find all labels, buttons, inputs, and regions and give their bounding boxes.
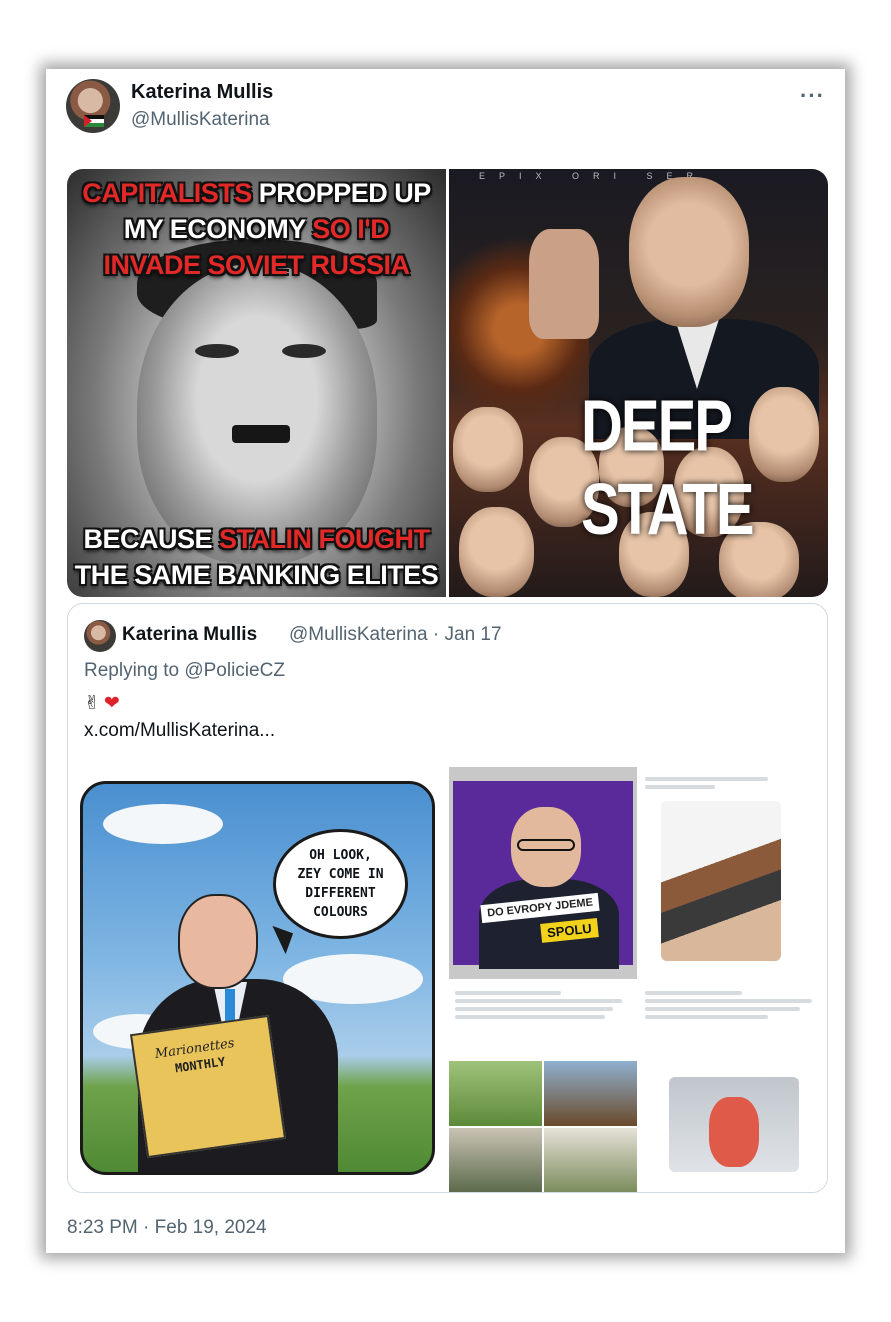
portrait-eye bbox=[195, 344, 239, 358]
victory-hand-icon: ✌ bbox=[84, 692, 100, 714]
facebook-post-screenshot bbox=[639, 767, 827, 979]
image-top-text: EPIX ORI SER bbox=[479, 171, 708, 181]
facebook-post-screenshot bbox=[449, 981, 637, 1192]
heart-icon: ❤ bbox=[103, 692, 120, 714]
more-options-icon[interactable]: ··· bbox=[800, 83, 825, 109]
cartoon-frame: OH LOOK, ZEY COME IN DIFFERENT COLOURS M… bbox=[80, 781, 435, 1175]
tweet-media[interactable]: CAPITALISTS PROPPED UP MY ECONOMY SO I'D… bbox=[67, 169, 828, 597]
replying-to: Replying to @PolicieCZ bbox=[84, 660, 285, 681]
campaign-poster: DO EVROPY JDEME SPOLU bbox=[449, 767, 637, 979]
meme-top-text: CAPITALISTS PROPPED UP MY ECONOMY SO I'D… bbox=[82, 178, 431, 280]
quoted-author-name: Katerina Mullis bbox=[122, 624, 258, 645]
meme-bottom-text: BECAUSE STALIN FOUGHT THE SAME BANKING E… bbox=[74, 524, 439, 590]
portrait-eye bbox=[282, 344, 326, 358]
author-avatar[interactable] bbox=[66, 79, 120, 133]
portrait-mustache bbox=[232, 425, 290, 443]
screenshot-collage[interactable]: DO EVROPY JDEME SPOLU bbox=[449, 767, 827, 1192]
tweet-card: Katerina Mullis @MullisKaterina ··· CAPI… bbox=[46, 69, 845, 1253]
speech-bubble: OH LOOK, ZEY COME IN DIFFERENT COLOURS bbox=[273, 829, 408, 939]
post-photo bbox=[661, 801, 781, 961]
portrait-head bbox=[629, 177, 749, 327]
cartoon-image[interactable]: OH LOOK, ZEY COME IN DIFFERENT COLOURS M… bbox=[68, 767, 447, 1192]
quoted-avatar bbox=[84, 620, 116, 652]
quoted-meta: @MullisKaterina · Jan 17 bbox=[289, 624, 502, 645]
image-caption: DEEP STATE bbox=[581, 385, 755, 551]
quoted-media[interactable]: OH LOOK, ZEY COME IN DIFFERENT COLOURS M… bbox=[68, 767, 827, 1192]
portrait-face bbox=[137, 264, 377, 564]
post-illustration bbox=[669, 1077, 799, 1172]
flag-icon bbox=[84, 115, 104, 127]
quoted-emoji: ✌ ❤ bbox=[84, 690, 120, 716]
author-name[interactable]: Katerina Mullis bbox=[131, 81, 273, 104]
quoted-link[interactable]: x.com/MullisKaterina... bbox=[84, 720, 275, 742]
speech-bubble-tail bbox=[264, 925, 294, 955]
meme-image-left[interactable]: CAPITALISTS PROPPED UP MY ECONOMY SO I'D… bbox=[67, 169, 446, 597]
post-photo-grid bbox=[449, 1061, 637, 1192]
quoted-tweet[interactable]: Katerina Mullis @MullisKaterina · Jan 17… bbox=[67, 603, 828, 1193]
quoted-header: Katerina Mullis @MullisKaterina · Jan 17 bbox=[84, 620, 811, 652]
facebook-post-screenshot bbox=[639, 981, 827, 1192]
cartoon-magazine: Marionettes MONTHLY bbox=[129, 1014, 287, 1159]
cartoon-head bbox=[178, 894, 258, 989]
author-handle[interactable]: @MullisKaterina bbox=[131, 109, 270, 131]
glasses-icon bbox=[517, 839, 575, 851]
hand-gesture bbox=[529, 229, 599, 339]
tweet-header: Katerina Mullis @MullisKaterina ··· bbox=[66, 79, 825, 139]
tweet-timestamp[interactable]: 8:23 PM · Feb 19, 2024 bbox=[67, 1217, 267, 1239]
meme-image-right[interactable]: EPIX ORI SER DEEP STATE bbox=[449, 169, 828, 597]
